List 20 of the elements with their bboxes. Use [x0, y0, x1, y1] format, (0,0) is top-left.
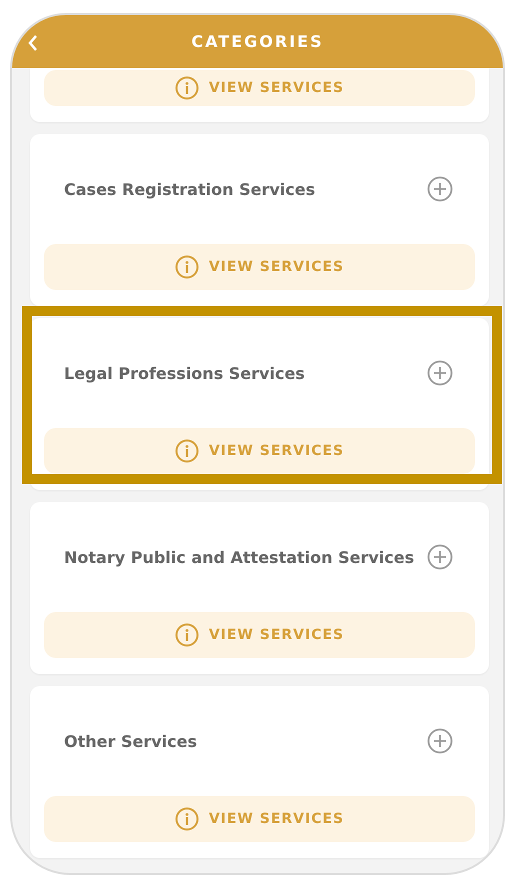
- info-icon: [174, 439, 199, 463]
- plus-icon[interactable]: [427, 176, 453, 202]
- plus-icon[interactable]: [427, 728, 453, 754]
- category-title: Notary Public and Attestation Services: [64, 548, 414, 566]
- view-services-button[interactable]: VIEW SERVICES: [44, 796, 475, 842]
- view-services-button[interactable]: VIEW SERVICES: [44, 244, 475, 290]
- category-title: Legal Professions Services: [64, 364, 305, 382]
- plus-icon[interactable]: [427, 360, 453, 386]
- category-title: Other Services: [64, 732, 197, 750]
- info-icon: [174, 807, 199, 831]
- info-icon: [174, 76, 199, 100]
- info-icon: [174, 255, 199, 279]
- category-title: Cases Registration Services: [64, 180, 316, 198]
- plus-icon[interactable]: [427, 544, 453, 570]
- back-chevron-icon[interactable]: [28, 35, 38, 51]
- view-services-button[interactable]: VIEW SERVICES: [44, 612, 475, 658]
- view-services-button[interactable]: VIEW SERVICES: [44, 70, 475, 106]
- info-icon: [174, 623, 199, 647]
- header-title: CATEGORIES: [191, 32, 324, 51]
- view-services-button[interactable]: VIEW SERVICES: [44, 428, 475, 474]
